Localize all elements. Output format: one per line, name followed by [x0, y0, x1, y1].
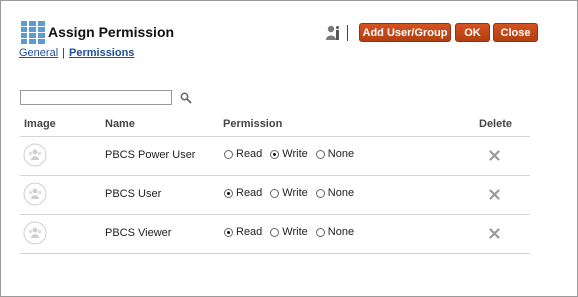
radio-label: Read: [236, 187, 263, 199]
column-header-image: Image: [24, 118, 56, 130]
group-avatar-icon: [23, 221, 47, 245]
radio-write[interactable]: Write: [270, 148, 308, 160]
permission-radio-group: Read Write None: [224, 226, 362, 238]
delete-x-icon[interactable]: [489, 228, 500, 239]
delete-x-icon[interactable]: [489, 189, 500, 200]
radio-read[interactable]: Read: [224, 148, 262, 160]
radio-label: None: [327, 226, 355, 238]
radio-circle[interactable]: [270, 227, 280, 237]
table-row: PBCS Viewer Read Write None: [20, 215, 530, 253]
page-title: Assign Permission: [48, 24, 175, 40]
radio-circle[interactable]: [315, 227, 325, 237]
radio-none[interactable]: None: [315, 226, 355, 238]
radio-circle[interactable]: [270, 188, 280, 198]
search-icon[interactable]: [180, 92, 192, 104]
radio-label: Read: [236, 148, 263, 160]
add-user-group-button[interactable]: Add User/Group: [359, 23, 451, 42]
breadcrumb: General | Permissions: [19, 47, 134, 59]
permissions-link[interactable]: Permissions: [69, 47, 134, 59]
column-header-permission: Permission: [223, 118, 283, 130]
radio-write[interactable]: Write: [270, 226, 308, 238]
radio-label: Write: [282, 187, 308, 199]
column-header-delete: Delete: [479, 118, 513, 130]
ok-button[interactable]: OK: [455, 23, 490, 42]
radio-read[interactable]: Read: [224, 226, 262, 238]
group-avatar-icon: [23, 143, 47, 167]
radio-label: None: [327, 187, 355, 199]
assign-permission-dialog: Assign Permission General | Permissions Ad…: [0, 0, 578, 297]
radio-label: None: [327, 148, 355, 160]
subnav-separator: |: [62, 47, 65, 59]
radio-read[interactable]: Read: [224, 187, 262, 199]
delete-x-icon[interactable]: [489, 150, 500, 161]
row-name: PBCS Power User: [105, 149, 196, 161]
radio-circle[interactable]: [224, 227, 233, 237]
close-button[interactable]: Close: [493, 23, 538, 42]
radio-label: Write: [282, 226, 308, 238]
general-link[interactable]: General: [19, 47, 58, 59]
permission-radio-group: Read Write None: [224, 148, 362, 160]
grid-app-icon: [21, 21, 45, 44]
radio-label: Write: [282, 148, 308, 160]
search-input[interactable]: [20, 90, 172, 105]
radio-write[interactable]: Write: [270, 187, 308, 199]
table-row: PBCS User Read Write None: [20, 176, 530, 214]
user-info-icon[interactable]: [326, 25, 340, 41]
radio-circle[interactable]: [315, 149, 325, 159]
column-header-name: Name: [105, 118, 135, 130]
radio-none[interactable]: None: [315, 187, 355, 199]
radio-circle[interactable]: [224, 188, 233, 198]
table-row: PBCS Power User Read Write None: [20, 137, 530, 175]
row-name: PBCS User: [105, 188, 162, 200]
radio-none[interactable]: None: [315, 148, 355, 160]
radio-circle[interactable]: [270, 149, 280, 159]
row-divider: [20, 253, 530, 254]
radio-circle[interactable]: [315, 188, 325, 198]
toolbar-divider: [347, 25, 348, 41]
permission-radio-group: Read Write None: [224, 187, 362, 199]
radio-circle[interactable]: [224, 149, 233, 159]
group-avatar-icon: [23, 182, 47, 206]
row-name: PBCS Viewer: [105, 227, 172, 239]
radio-label: Read: [236, 226, 263, 238]
